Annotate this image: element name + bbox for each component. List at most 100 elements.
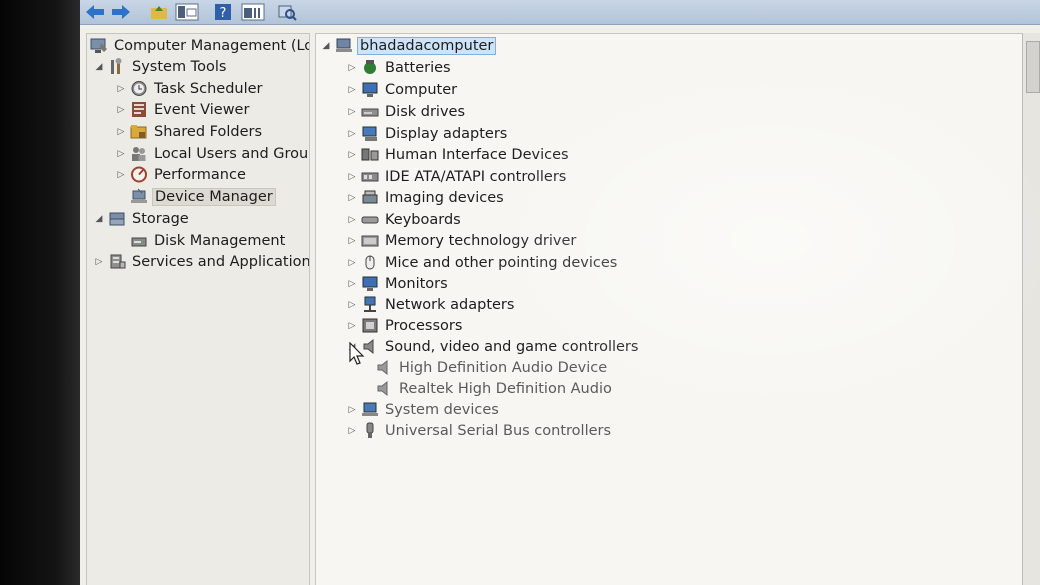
tree-item-computer-management[interactable]: Computer Management (Local — [87, 35, 309, 56]
expand-arrow-icon[interactable]: ▷ — [346, 85, 358, 95]
console-tree: Computer Management (Local ◢ System Tool… — [86, 33, 310, 585]
help-button[interactable]: ? — [213, 1, 233, 22]
device-item-hd-audio[interactable]: High Definition Audio Device — [372, 357, 609, 378]
expand-arrow-icon[interactable]: ▷ — [346, 279, 358, 289]
arrow-right-icon — [112, 4, 130, 19]
network-adapter-icon — [361, 296, 379, 313]
device-category-monitors[interactable]: ▷ Monitors — [346, 273, 450, 294]
imaging-device-icon — [361, 189, 379, 206]
device-category-label: System devices — [385, 401, 499, 418]
tree-item-local-users[interactable]: ▷ Local Users and Groups — [115, 143, 310, 164]
expand-arrow-icon[interactable]: ▷ — [346, 405, 358, 415]
console-tree-icon — [175, 3, 199, 20]
tree-item-disk-management[interactable]: Disk Management — [115, 230, 287, 251]
collapse-arrow-icon[interactable]: ◢ — [320, 41, 332, 51]
tree-item-shared-folders[interactable]: ▷ Shared Folders — [115, 121, 264, 142]
display-adapter-icon — [361, 125, 379, 142]
tree-item-performance[interactable]: ▷ Performance — [115, 164, 248, 185]
expand-arrow-icon[interactable]: ▷ — [346, 321, 358, 331]
device-category-label: Memory technology driver — [385, 232, 577, 249]
show-hide-tree-button[interactable] — [174, 1, 200, 22]
tree-item-services[interactable]: ▷ Services and Applications — [93, 251, 310, 272]
device-category-keyboards[interactable]: ▷ Keyboards — [346, 209, 463, 230]
expand-arrow-icon[interactable]: ▷ — [346, 172, 358, 182]
device-category-memory[interactable]: ▷ Memory technology driver — [346, 230, 578, 251]
up-folder-button[interactable] — [148, 1, 170, 22]
clock-icon — [130, 80, 148, 97]
expand-arrow-icon[interactable]: ▷ — [346, 193, 358, 203]
tree-item-label: Services and Applications — [132, 253, 310, 270]
expand-arrow-icon[interactable]: ▷ — [346, 150, 358, 160]
device-category-imaging[interactable]: ▷ Imaging devices — [346, 187, 506, 208]
device-category-network[interactable]: ▷ Network adapters — [346, 294, 516, 315]
speaker-icon — [375, 359, 393, 376]
forward-button[interactable] — [110, 1, 132, 22]
tree-item-label: Device Manager — [152, 187, 276, 206]
device-category-sound[interactable]: ◢ Sound, video and game controllers — [346, 336, 640, 357]
device-item-realtek-audio[interactable]: Realtek High Definition Audio — [372, 378, 614, 399]
tree-item-label: Performance — [154, 166, 246, 183]
hid-icon — [361, 146, 379, 163]
device-category-batteries[interactable]: ▷ Batteries — [346, 57, 453, 78]
device-category-usb[interactable]: ▷ Universal Serial Bus controllers — [346, 420, 613, 441]
device-category-label: Network adapters — [385, 296, 515, 313]
tree-item-system-tools[interactable]: ◢ System Tools — [93, 56, 228, 77]
scrollbar-thumb[interactable] — [1026, 41, 1040, 93]
tree-item-device-manager[interactable]: Device Manager — [115, 186, 276, 207]
back-button[interactable] — [84, 1, 106, 22]
device-item-label: Realtek High Definition Audio — [399, 380, 612, 397]
expand-arrow-icon[interactable]: ▷ — [115, 84, 127, 94]
disk-drive-icon — [361, 103, 379, 120]
device-category-label: Computer — [385, 81, 458, 98]
expand-arrow-icon[interactable]: ▷ — [115, 170, 127, 180]
device-category-disk-drives[interactable]: ▷ Disk drives — [346, 101, 467, 122]
tree-item-task-scheduler[interactable]: ▷ Task Scheduler — [115, 78, 265, 99]
properties-button[interactable] — [240, 1, 266, 22]
device-tree-root[interactable]: ◢ bhadadacomputer — [320, 35, 497, 56]
svg-text:?: ? — [220, 6, 227, 21]
expand-arrow-icon[interactable]: ▷ — [115, 105, 127, 115]
tree-item-label: Local Users and Groups — [154, 145, 310, 162]
expand-arrow-icon[interactable]: ▷ — [93, 257, 105, 267]
expand-arrow-icon[interactable]: ▷ — [346, 129, 358, 139]
expand-arrow-icon[interactable]: ▷ — [346, 300, 358, 310]
expand-arrow-icon[interactable]: ▷ — [346, 63, 358, 73]
device-category-processors[interactable]: ▷ Processors — [346, 315, 464, 336]
expand-arrow-icon[interactable]: ▷ — [115, 149, 127, 159]
device-tree: ◢ bhadadacomputer ▷ Batteries ▷ Computer… — [315, 33, 1023, 585]
device-category-ide[interactable]: ▷ IDE ATA/ATAPI controllers — [346, 166, 568, 187]
expand-arrow-icon[interactable]: ▷ — [346, 258, 358, 268]
tree-item-label: Task Scheduler — [154, 80, 263, 97]
device-category-label: Sound, video and game controllers — [385, 338, 639, 355]
expand-arrow-icon[interactable]: ▷ — [346, 215, 358, 225]
tree-item-label: Computer Management (Local — [114, 37, 309, 54]
collapse-arrow-icon[interactable]: ◢ — [93, 62, 105, 72]
tree-item-label: System Tools — [132, 58, 227, 75]
tree-item-event-viewer[interactable]: ▷ Event Viewer — [115, 99, 251, 120]
services-icon — [108, 253, 126, 270]
tree-item-label: Disk Management — [154, 232, 286, 249]
device-category-mice[interactable]: ▷ Mice and other pointing devices — [346, 252, 619, 273]
device-category-label: Disk drives — [385, 103, 466, 120]
monitor-icon — [361, 275, 379, 292]
system-tools-icon — [108, 58, 126, 75]
storage-icon — [108, 210, 126, 227]
device-category-display-adapters[interactable]: ▷ Display adapters — [346, 123, 509, 144]
keyboard-icon — [361, 211, 379, 228]
device-category-system[interactable]: ▷ System devices — [346, 399, 501, 420]
tree-item-storage[interactable]: ◢ Storage — [93, 208, 191, 229]
scan-hardware-button[interactable] — [276, 1, 298, 22]
event-viewer-icon — [130, 101, 148, 118]
tree-item-label: Shared Folders — [154, 123, 263, 140]
expand-arrow-icon[interactable]: ▷ — [346, 426, 358, 436]
device-category-label: Monitors — [385, 275, 448, 292]
vertical-scrollbar[interactable] — [1022, 33, 1040, 585]
expand-arrow-icon[interactable]: ▷ — [346, 236, 358, 246]
device-category-hid[interactable]: ▷ Human Interface Devices — [346, 144, 571, 165]
expand-arrow-icon[interactable]: ▷ — [115, 127, 127, 137]
device-category-computer[interactable]: ▷ Computer — [346, 79, 459, 100]
collapse-arrow-icon[interactable]: ◢ — [93, 214, 105, 224]
processor-icon — [361, 317, 379, 334]
tree-item-label: Event Viewer — [154, 101, 250, 118]
expand-arrow-icon[interactable]: ▷ — [346, 107, 358, 117]
